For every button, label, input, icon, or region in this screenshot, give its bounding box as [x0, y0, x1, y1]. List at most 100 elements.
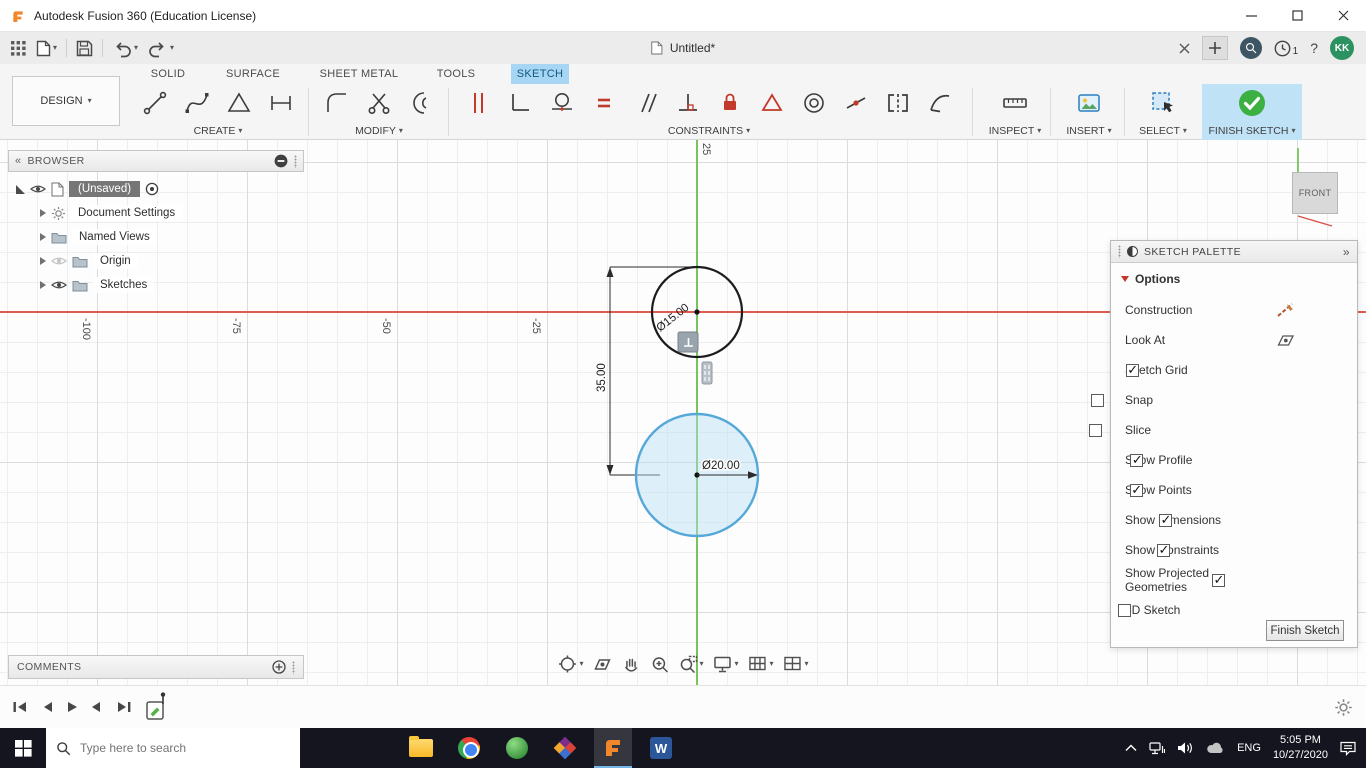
workspace-selector[interactable]: DESIGN ▾ [12, 76, 120, 126]
show-constraints-checkbox[interactable] [1157, 542, 1171, 558]
viewports-button[interactable]: ▾ [783, 655, 809, 673]
taskbar-search[interactable] [46, 728, 300, 768]
3d-sketch-checkbox[interactable] [1118, 603, 1132, 617]
panel-grip[interactable] [1118, 245, 1121, 258]
equal-constraint-button[interactable] [583, 84, 625, 122]
finish-sketch-button[interactable]: FINISH SKETCH ▾ [1202, 84, 1302, 140]
diameter-label-top[interactable]: Ø15.00 [654, 302, 691, 335]
taskbar-color-app[interactable] [546, 728, 584, 768]
taskbar-chrome[interactable] [450, 728, 488, 768]
undo-button[interactable]: ▾ [107, 34, 143, 62]
show-projected-geometries-checkbox[interactable] [1212, 572, 1225, 588]
symmetry-constraint-button[interactable] [877, 84, 919, 122]
expand-arrows-icon[interactable]: » [1343, 245, 1350, 259]
document-tab[interactable]: Untitled* [635, 32, 731, 64]
onedrive-cloud-icon[interactable] [1206, 742, 1225, 754]
activate-target-icon[interactable] [145, 182, 159, 196]
close-window-button[interactable] [1320, 0, 1366, 32]
notification-center-button[interactable]: 1 [1274, 40, 1298, 57]
midpoint-constraint-button[interactable] [835, 84, 877, 122]
group-create-label[interactable]: CREATE [194, 125, 236, 137]
zoom-window-button[interactable]: ▾ [678, 655, 703, 674]
show-profile-checkbox[interactable] [1130, 452, 1144, 468]
add-comment-button[interactable] [272, 660, 286, 674]
browser-item-origin[interactable]: Origin [40, 250, 138, 272]
group-insert-label[interactable]: INSERT [1066, 125, 1104, 137]
volume-icon[interactable] [1177, 741, 1194, 755]
action-center-icon[interactable] [1340, 741, 1356, 756]
viewcube-face-label[interactable]: FRONT [1299, 188, 1332, 198]
language-indicator[interactable]: ENG [1237, 742, 1261, 754]
root-document-name[interactable]: (Unsaved) [69, 181, 141, 197]
tab-solid[interactable]: SOLID [146, 64, 190, 84]
browser-panel-header[interactable]: « BROWSER [8, 150, 304, 172]
show-dimensions-checkbox[interactable] [1159, 512, 1173, 528]
expander-icon[interactable] [40, 257, 46, 265]
tab-surface[interactable]: SURFACE [222, 64, 284, 84]
look-at-button[interactable] [592, 655, 612, 673]
pan-button[interactable] [621, 655, 641, 674]
sketch-grid-checkbox[interactable] [1125, 362, 1139, 378]
fillet-tool-button[interactable] [316, 84, 358, 122]
insert-image-button[interactable] [1068, 84, 1110, 122]
tab-sheet-metal[interactable]: SHEET METAL [318, 64, 400, 84]
finish-sketch-palette-button[interactable]: Finish Sketch [1266, 620, 1344, 641]
sketch-feature-marker[interactable] [146, 692, 176, 722]
slot-tool-button[interactable] [260, 84, 302, 122]
search-input[interactable] [80, 741, 260, 755]
horizontal-vertical-constraint-button[interactable] [499, 84, 541, 122]
spline-tool-button[interactable] [176, 84, 218, 122]
item-label[interactable]: Named Views [72, 229, 157, 245]
taskbar-word[interactable]: W [642, 728, 680, 768]
visibility-eye-icon[interactable] [51, 279, 67, 291]
timeline-settings-gear-icon[interactable] [1334, 698, 1353, 717]
orbit-button[interactable]: ▾ [557, 654, 583, 674]
group-select-label[interactable]: SELECT [1139, 125, 1180, 137]
root-expander-icon[interactable] [16, 184, 25, 194]
measure-tool-button[interactable] [994, 84, 1036, 122]
item-label[interactable]: Origin [93, 253, 138, 269]
maximize-button[interactable] [1274, 0, 1320, 32]
group-modify-label[interactable]: MODIFY [355, 125, 396, 137]
minimize-button[interactable] [1228, 0, 1274, 32]
browser-item-named-views[interactable]: Named Views [40, 226, 157, 248]
circle-center-point[interactable] [694, 309, 700, 315]
grid-settings-button[interactable]: ▾ [748, 655, 774, 673]
construction-toggle-icon[interactable] [1276, 302, 1295, 318]
item-label[interactable]: Document Settings [71, 205, 183, 221]
look-at-icon[interactable] [1276, 333, 1295, 347]
file-menu-button[interactable]: ▾ [31, 34, 62, 62]
app-grid-button[interactable] [6, 34, 31, 62]
item-label[interactable]: Sketches [93, 277, 155, 293]
new-tab-button[interactable] [1201, 36, 1228, 60]
collinear-constraint-button[interactable] [457, 84, 499, 122]
line-tool-button[interactable] [134, 84, 176, 122]
visibility-eye-icon[interactable] [51, 255, 67, 267]
coincident-constraint-button[interactable] [751, 84, 793, 122]
options-section-header[interactable]: Options [1111, 263, 1357, 295]
expander-icon[interactable] [40, 281, 46, 289]
expander-icon[interactable] [40, 209, 46, 217]
expander-icon[interactable] [40, 233, 46, 241]
visibility-eye-icon[interactable] [30, 183, 46, 195]
network-icon[interactable] [1149, 741, 1166, 755]
group-inspect-label[interactable]: INSPECT [989, 125, 1035, 137]
tangent-constraint-button[interactable] [541, 84, 583, 122]
go-to-start-button[interactable] [12, 700, 28, 714]
play-button[interactable] [66, 700, 78, 714]
step-forward-button[interactable] [91, 700, 103, 714]
panel-grip[interactable] [294, 154, 297, 168]
comments-panel[interactable]: COMMENTS [8, 655, 304, 679]
fix-constraint-button[interactable] [709, 84, 751, 122]
concentric-constraint-button[interactable] [793, 84, 835, 122]
save-button[interactable] [71, 34, 98, 62]
show-points-checkbox[interactable] [1129, 482, 1143, 498]
viewcube[interactable]: FRONT [1292, 172, 1338, 214]
curvature-constraint-button[interactable] [919, 84, 961, 122]
start-button[interactable] [0, 728, 46, 768]
display-settings-button[interactable]: ▾ [712, 655, 739, 674]
snap-checkbox[interactable] [1091, 393, 1105, 407]
tab-sketch[interactable]: SKETCH [511, 64, 569, 84]
go-to-end-button[interactable] [116, 700, 132, 714]
tray-overflow-chevron-icon[interactable] [1125, 744, 1137, 752]
